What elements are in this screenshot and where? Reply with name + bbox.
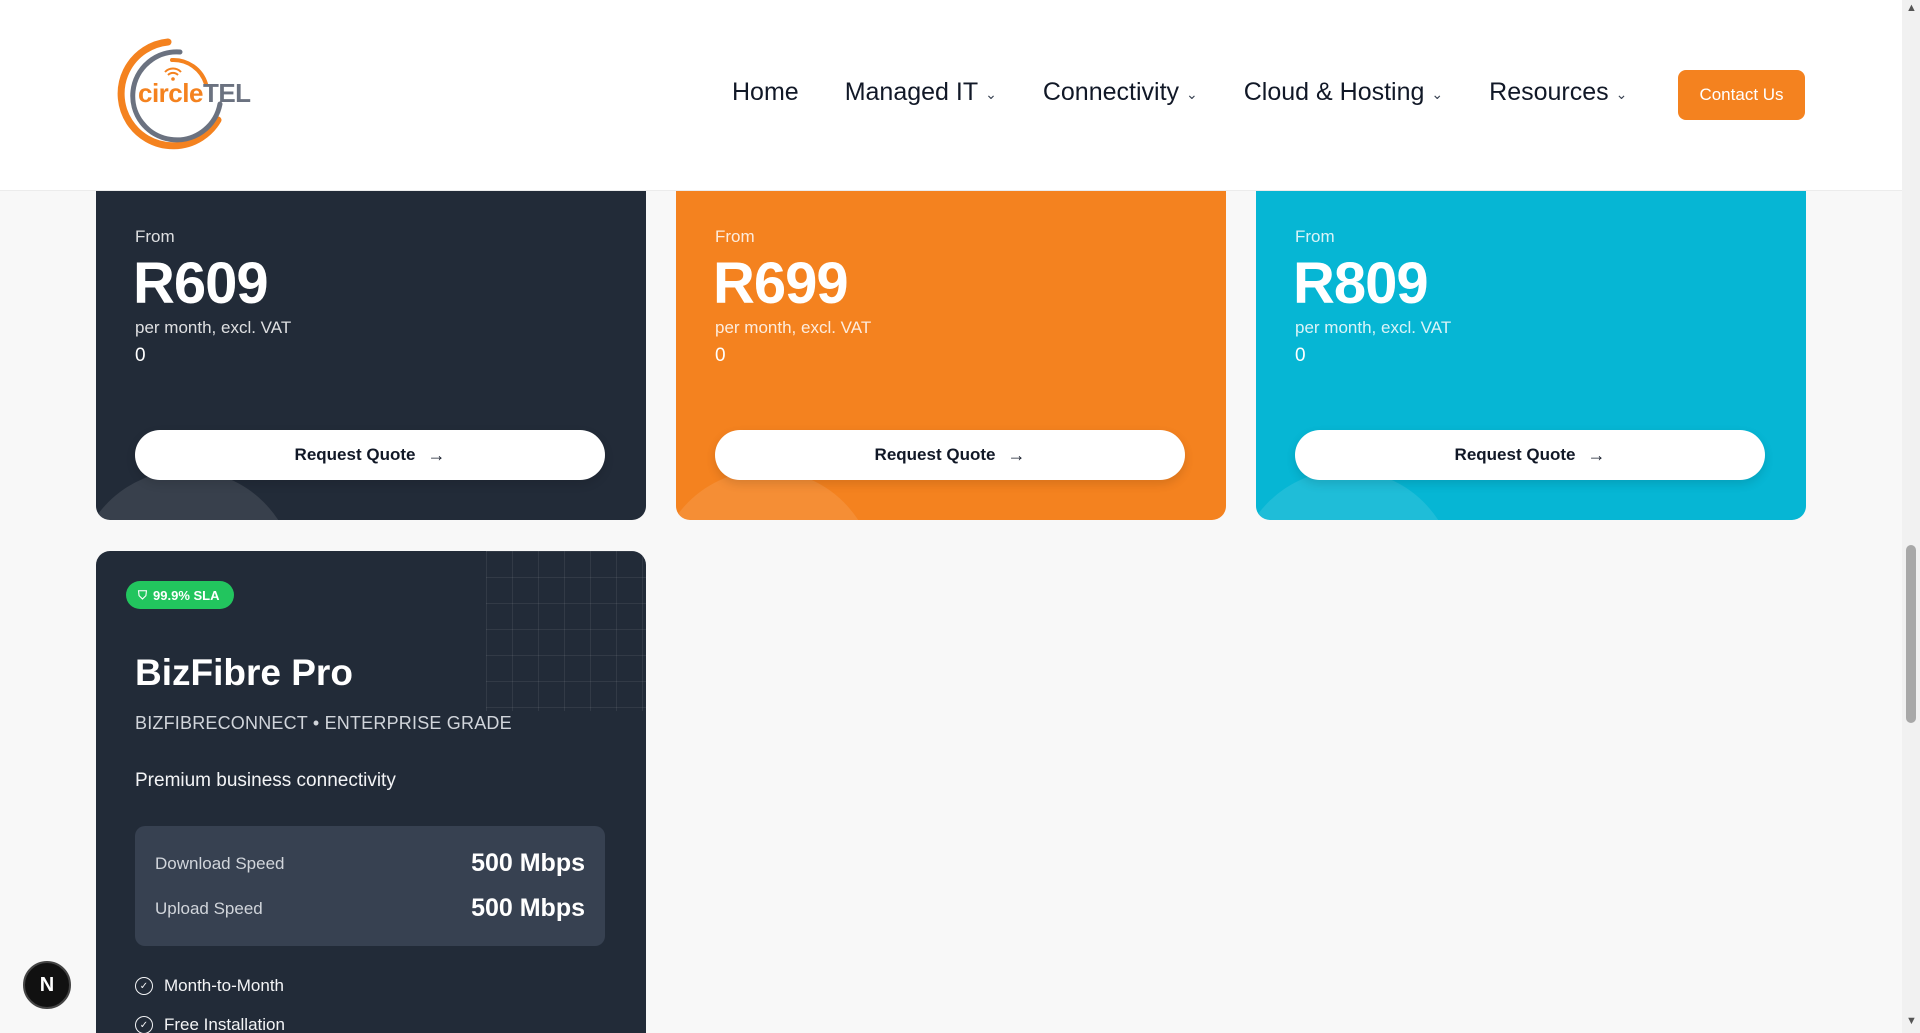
page-scrollbar[interactable]: ▲ ▼ — [1902, 0, 1920, 1033]
plan-card-bizfibre-pro: ⛉ 99.9% SLA BizFibre Pro BIZFIBRECONNECT… — [96, 551, 646, 1033]
check-circle-icon: ✓ — [135, 977, 153, 995]
dev-tools-badge[interactable]: N — [23, 961, 71, 1009]
plan-card-2: From R699 per month, excl. VAT 0 Request… — [676, 150, 1226, 520]
plan-price: R809 — [1293, 251, 1429, 316]
plan-extra: 0 — [715, 345, 726, 366]
shield-icon: ⛉ — [138, 587, 148, 602]
contact-us-button[interactable]: Contact Us — [1678, 70, 1805, 120]
sla-badge: ⛉ 99.9% SLA — [126, 581, 234, 609]
main-nav: Home Managed IT ⌄ Connectivity ⌄ Cloud & H… — [732, 78, 1673, 107]
from-label: From — [715, 227, 755, 246]
plan-price: R699 — [713, 251, 849, 316]
speed-panel: Download Speed 500 Mbps Upload Speed 500… — [135, 826, 605, 946]
price-period: per month, excl. VAT — [1295, 318, 1452, 337]
price-period: per month, excl. VAT — [715, 318, 872, 337]
nav-home[interactable]: Home — [732, 78, 799, 107]
feature-item: ✓ Free Installation — [135, 1015, 285, 1033]
chevron-down-icon: ⌄ — [1615, 86, 1628, 102]
feature-item: ✓ Month-to-Month — [135, 976, 284, 996]
request-quote-button[interactable]: Request Quote → — [715, 430, 1185, 480]
scroll-thumb[interactable] — [1906, 545, 1916, 723]
plan-card-1: From R609 per month, excl. VAT 0 Request… — [96, 150, 646, 520]
scroll-up-icon[interactable]: ▲ — [1906, 2, 1917, 14]
plan-extra: 0 — [135, 345, 146, 366]
nav-connectivity[interactable]: Connectivity ⌄ — [1043, 78, 1198, 107]
price-period: per month, excl. VAT — [135, 318, 292, 337]
chevron-down-icon: ⌄ — [1431, 86, 1444, 102]
from-label: From — [135, 227, 175, 246]
plan-title: BizFibre Pro — [135, 652, 353, 693]
plan-card-3: From R809 per month, excl. VAT 0 Request… — [1256, 150, 1806, 520]
check-circle-icon: ✓ — [135, 1016, 153, 1033]
plan-subtitle: BIZFIBRECONNECT • ENTERPRISE GRADE — [135, 713, 512, 733]
request-quote-button[interactable]: Request Quote → — [135, 430, 605, 480]
arrow-right-icon: → — [427, 444, 446, 465]
circletel-logo[interactable]: circleTEL — [98, 34, 251, 150]
chevron-down-icon: ⌄ — [985, 86, 997, 102]
request-quote-button[interactable]: Request Quote → — [1295, 430, 1765, 480]
arrow-right-icon: → — [1587, 444, 1606, 465]
from-label: From — [1295, 227, 1335, 246]
chevron-down-icon: ⌄ — [1186, 86, 1198, 102]
nav-cloud-hosting[interactable]: Cloud & Hosting ⌄ — [1244, 78, 1443, 107]
nav-resources[interactable]: Resources ⌄ — [1489, 78, 1627, 107]
plan-extra: 0 — [1295, 345, 1306, 366]
plan-price: R609 — [133, 251, 269, 316]
download-speed-row: Download Speed 500 Mbps — [155, 849, 585, 877]
grid-decoration — [486, 551, 646, 711]
logo-wordmark: circleTEL — [138, 78, 251, 108]
site-header: circleTEL Home Managed IT ⌄ Connectivity ⌄… — [0, 0, 1902, 191]
nav-managed-it[interactable]: Managed IT ⌄ — [845, 78, 997, 107]
arrow-right-icon: → — [1007, 444, 1026, 465]
upload-speed-row: Upload Speed 500 Mbps — [155, 894, 585, 922]
scroll-down-icon[interactable]: ▼ — [1906, 1015, 1917, 1027]
plan-description: Premium business connectivity — [135, 770, 396, 791]
